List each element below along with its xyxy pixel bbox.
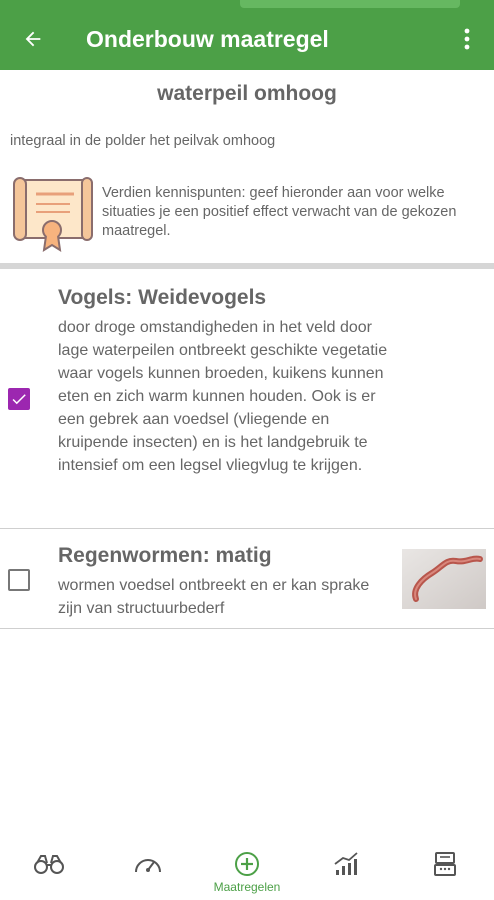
tab-label: Maatregelen bbox=[213, 880, 281, 894]
app-bar-title: Onderbouw maatregel bbox=[86, 26, 329, 52]
cash-register-icon bbox=[434, 852, 456, 876]
speedometer-icon bbox=[135, 859, 161, 873]
certificate-icon bbox=[13, 177, 93, 252]
item-divider bbox=[0, 528, 494, 529]
tab-shop[interactable] bbox=[396, 840, 494, 900]
chart-growth-icon bbox=[334, 852, 358, 875]
overflow-menu-button[interactable] bbox=[454, 22, 480, 56]
measure-description: integraal in de polder het peilvak omhoo… bbox=[10, 133, 276, 149]
arrow-left-icon bbox=[25, 31, 41, 47]
back-button[interactable] bbox=[16, 22, 50, 56]
item-title: Vogels: Weidevogels bbox=[58, 286, 267, 309]
status-bar-pill bbox=[240, 0, 460, 8]
tab-dashboard[interactable] bbox=[99, 840, 197, 900]
app-bar: Onderbouw maatregel bbox=[0, 10, 494, 70]
item-title: Regenwormen: matig bbox=[58, 544, 272, 567]
item-text: door droge omstandigheden in het veld do… bbox=[58, 319, 388, 474]
earthworm-photo bbox=[402, 549, 486, 609]
info-text: Verdien kennispunten: geef hieronder aan… bbox=[102, 185, 457, 239]
section-divider bbox=[0, 263, 494, 269]
item-text: wormen voedsel ontbreekt en er kan sprak… bbox=[58, 577, 370, 617]
knowledge-points-info: Verdien kennispunten: geef hieronder aan… bbox=[12, 174, 484, 254]
tab-maatregelen[interactable]: Maatregelen bbox=[198, 840, 296, 900]
bottom-navigation: Maatregelen bbox=[0, 840, 494, 900]
checkbox-checked[interactable] bbox=[8, 388, 30, 410]
tab-observations[interactable] bbox=[0, 840, 98, 900]
status-bar bbox=[0, 0, 494, 10]
item-divider bbox=[0, 628, 494, 629]
binoculars-icon bbox=[34, 855, 64, 874]
plus-circle-icon bbox=[235, 852, 259, 876]
tab-statistics[interactable] bbox=[297, 840, 395, 900]
measure-title: waterpeil omhoog bbox=[157, 82, 337, 105]
more-vertical-icon bbox=[464, 28, 470, 50]
check-icon bbox=[12, 394, 26, 405]
checkbox-unchecked[interactable] bbox=[8, 569, 30, 591]
